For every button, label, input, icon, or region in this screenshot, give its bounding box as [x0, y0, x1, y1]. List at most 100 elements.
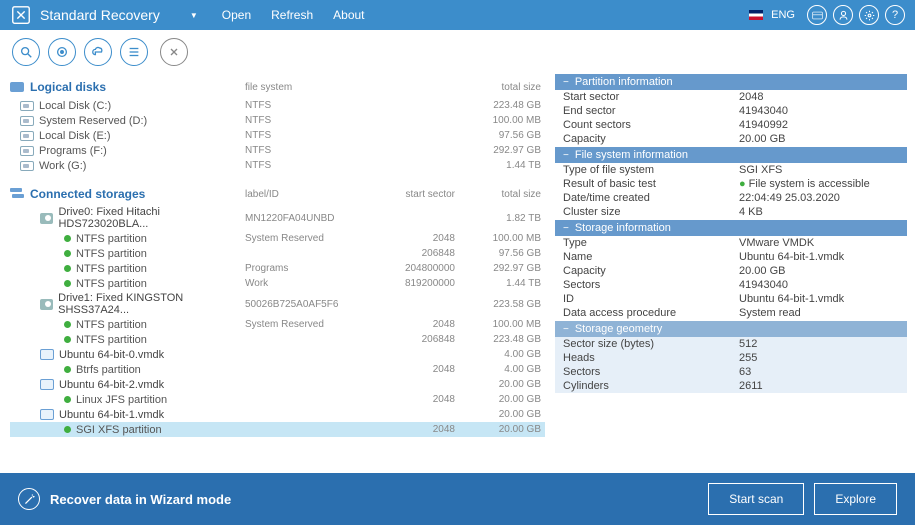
partition-dot-icon [64, 321, 71, 328]
info-row: TypeVMware VMDK [555, 236, 907, 250]
item-name: NTFS partition [76, 334, 147, 346]
info-key: Heads [563, 352, 739, 364]
logical-disk-row[interactable]: Local Disk (E:)NTFS97.56 GB [10, 128, 545, 143]
check-icon: ● [739, 178, 746, 190]
info-value: 22:04:49 25.03.2020 [739, 192, 899, 204]
virtual-disk-row[interactable]: Ubuntu 64-bit-0.vmdk4.00 GB [10, 347, 545, 362]
disk-icon [20, 146, 34, 156]
partition-dot-icon [64, 235, 71, 242]
item-start-sector: 2048 [365, 233, 455, 244]
info-value: System read [739, 307, 899, 319]
info-value: 20.00 GB [739, 133, 899, 145]
item-start-sector: 2048 [365, 424, 455, 435]
close-icon[interactable] [160, 38, 188, 66]
item-start-sector: 206848 [365, 248, 455, 259]
virtual-disk-row[interactable]: Ubuntu 64-bit-2.vmdk20.00 GB [10, 377, 545, 392]
logical-disk-row[interactable]: Local Disk (C:)NTFS223.48 GB [10, 98, 545, 113]
info-row: Sectors41943040 [555, 278, 907, 292]
info-header[interactable]: −Storage information [555, 220, 907, 236]
info-value: 2611 [739, 380, 899, 392]
info-row: Start sector2048 [555, 90, 907, 104]
partition-row[interactable]: NTFS partitionSystem Reserved2048100.00 … [10, 317, 545, 332]
partition-row[interactable]: NTFS partitionSystem Reserved2048100.00 … [10, 231, 545, 246]
target-icon[interactable] [48, 38, 76, 66]
item-start-sector: 2048 [365, 319, 455, 330]
logical-disk-row[interactable]: Programs (F:)NTFS292.97 GB [10, 143, 545, 158]
monitor-icon [10, 82, 24, 92]
search-icon[interactable] [12, 38, 40, 66]
storage-info-block: −Storage informationTypeVMware VMDKNameU… [555, 220, 907, 320]
cloud-icon[interactable] [84, 38, 112, 66]
item-label: 50026B725A0AF5F6 [245, 299, 365, 310]
info-header[interactable]: −Storage geometry [555, 321, 907, 337]
disk-icon [20, 161, 34, 171]
card-icon[interactable] [807, 5, 827, 25]
info-row: Sectors63 [555, 365, 907, 379]
drive-row[interactable]: Drive0: Fixed Hitachi HDS723020BLA...MN1… [10, 205, 545, 231]
menu-open[interactable]: Open [222, 8, 251, 22]
info-header[interactable]: −File system information [555, 147, 907, 163]
info-header[interactable]: −Partition information [555, 74, 907, 90]
connected-storages-header: Connected storages label/ID start sector… [10, 183, 545, 205]
item-name: Ubuntu 64-bit-0.vmdk [59, 349, 164, 361]
disk-fs: NTFS [245, 130, 365, 141]
info-row: Date/time created22:04:49 25.03.2020 [555, 191, 907, 205]
partition-row[interactable]: NTFS partitionWork8192000001.44 TB [10, 276, 545, 291]
info-key: Sectors [563, 366, 739, 378]
partition-dot-icon [64, 336, 71, 343]
virtual-disk-icon [40, 349, 54, 360]
info-value: VMware VMDK [739, 237, 899, 249]
logical-disk-row[interactable]: System Reserved (D:)NTFS100.00 MB [10, 113, 545, 128]
info-key: Cylinders [563, 380, 739, 392]
gear-icon[interactable] [859, 5, 879, 25]
item-name: NTFS partition [76, 319, 147, 331]
language-label[interactable]: ENG [771, 9, 795, 21]
info-key: Cluster size [563, 206, 739, 218]
menu-refresh[interactable]: Refresh [271, 8, 313, 22]
info-value: 41940992 [739, 119, 899, 131]
right-panel: −Partition informationStart sector2048En… [555, 74, 915, 473]
collapse-icon: − [563, 324, 569, 335]
logical-disk-row[interactable]: Work (G:)NTFS1.44 TB [10, 158, 545, 173]
info-row: Heads255 [555, 351, 907, 365]
col-total-size: total size [455, 82, 545, 93]
explore-button[interactable]: Explore [814, 483, 897, 515]
partition-dot-icon [64, 265, 71, 272]
wand-icon [18, 488, 40, 510]
info-value: 512 [739, 338, 899, 350]
partition-dot-icon [64, 250, 71, 257]
item-name: Drive0: Fixed Hitachi HDS723020BLA... [58, 206, 245, 230]
start-scan-button[interactable]: Start scan [708, 483, 804, 515]
collapse-icon: − [563, 77, 569, 88]
virtual-disk-row[interactable]: Ubuntu 64-bit-1.vmdk20.00 GB [10, 407, 545, 422]
partition-row[interactable]: NTFS partition20684897.56 GB [10, 246, 545, 261]
info-title: File system information [575, 149, 688, 161]
info-row: IDUbuntu 64-bit-1.vmdk [555, 292, 907, 306]
item-name: Ubuntu 64-bit-2.vmdk [59, 379, 164, 391]
partition-dot-icon [64, 366, 71, 373]
drive-row[interactable]: Drive1: Fixed KINGSTON SHSS37A24...50026… [10, 291, 545, 317]
partition-row[interactable]: Linux JFS partition204820.00 GB [10, 392, 545, 407]
wizard-label: Recover data in Wizard mode [50, 492, 231, 507]
help-icon[interactable]: ? [885, 5, 905, 25]
item-start-sector: 819200000 [365, 278, 455, 289]
list-icon[interactable] [120, 38, 148, 66]
item-start-sector: 204800000 [365, 263, 455, 274]
info-row: End sector41943040 [555, 104, 907, 118]
disk-size: 1.44 TB [455, 160, 545, 171]
app-title: Standard Recovery [40, 7, 160, 23]
info-key: Result of basic test [563, 178, 739, 190]
menu-about[interactable]: About [333, 8, 364, 22]
info-row: Capacity20.00 GB [555, 132, 907, 146]
user-icon[interactable] [833, 5, 853, 25]
wizard-mode-link[interactable]: Recover data in Wizard mode [18, 488, 231, 510]
partition-row[interactable]: SGI XFS partition204820.00 GB [10, 422, 545, 437]
partition-dot-icon [64, 426, 71, 433]
connected-storages-title: Connected storages [30, 187, 245, 201]
disk-size: 292.97 GB [455, 145, 545, 156]
partition-row[interactable]: NTFS partition206848223.48 GB [10, 332, 545, 347]
partition-row[interactable]: NTFS partitionPrograms204800000292.97 GB [10, 261, 545, 276]
partition-row[interactable]: Btrfs partition20484.00 GB [10, 362, 545, 377]
disk-size: 97.56 GB [455, 130, 545, 141]
info-key: Data access procedure [563, 307, 739, 319]
